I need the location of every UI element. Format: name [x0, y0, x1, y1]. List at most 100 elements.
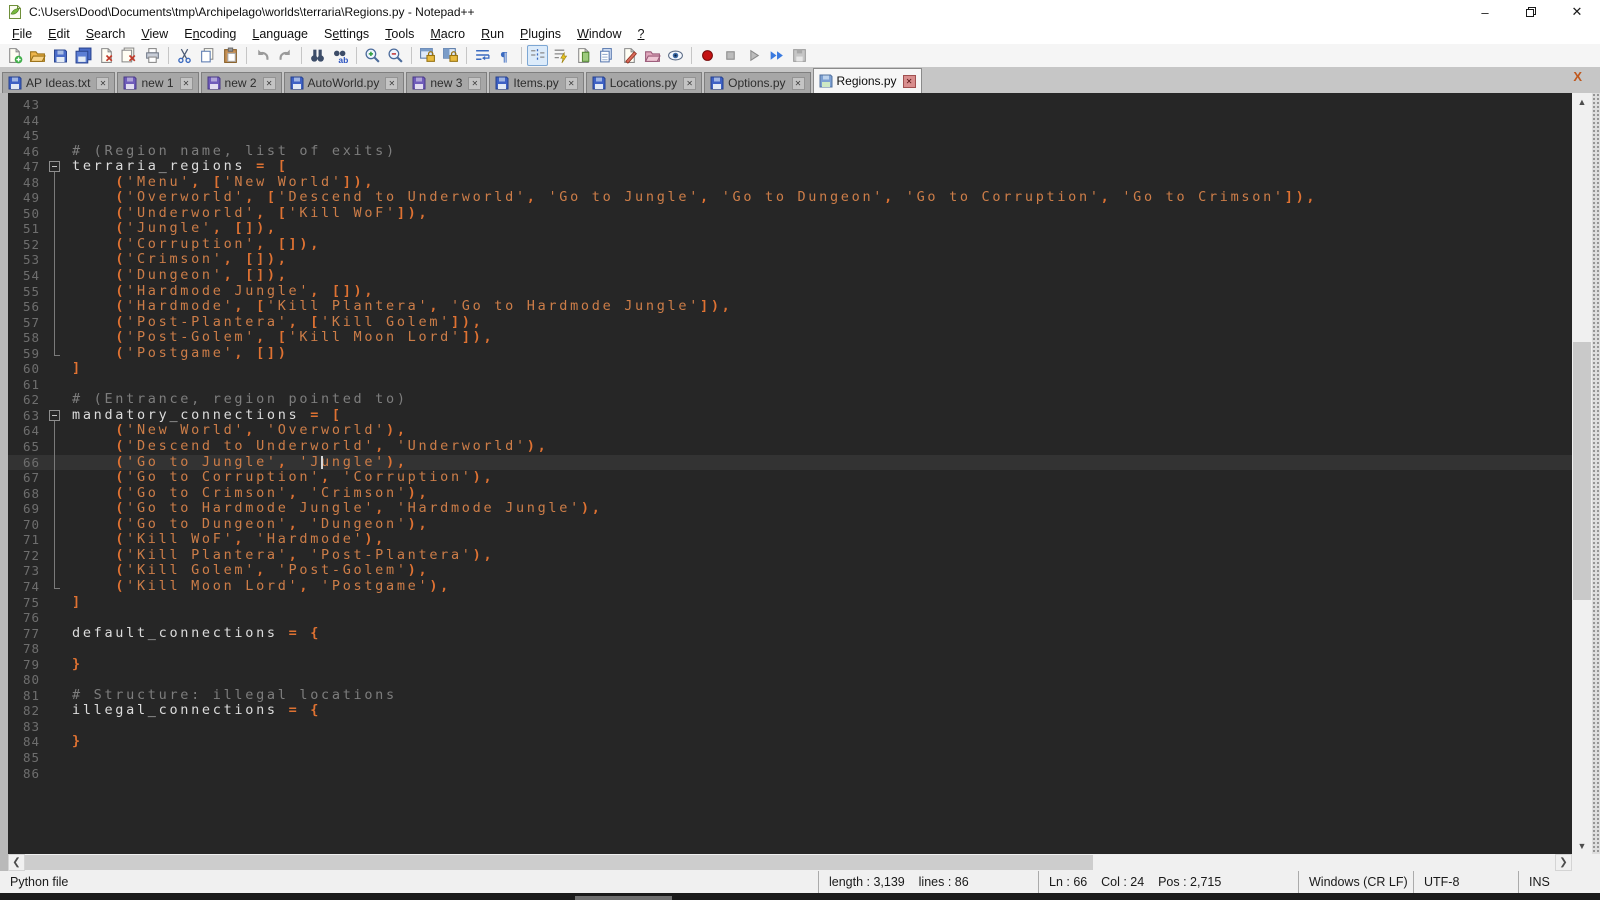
line-number[interactable]: 62	[8, 392, 46, 408]
replace-icon[interactable]: ab	[330, 45, 351, 66]
tab-ap-ideas-txt[interactable]: AP Ideas.txt✕	[2, 72, 115, 93]
file-monitoring-icon[interactable]	[665, 45, 686, 66]
code-text[interactable]: ('Go to Dungeon', 'Dungeon'),	[64, 517, 1572, 533]
code-text[interactable]	[64, 641, 1572, 657]
macro-stop-icon[interactable]	[720, 45, 741, 66]
code-text[interactable]: ('Go to Corruption', 'Corruption'),	[64, 470, 1572, 486]
code-text[interactable]: default_connections = {	[64, 626, 1572, 642]
horizontal-scrollbar-thumb[interactable]	[25, 855, 1093, 870]
line-number[interactable]: 77	[8, 626, 46, 642]
code-text[interactable]: ]	[64, 361, 1572, 377]
tab-close-icon[interactable]: ✕	[903, 75, 916, 88]
horizontal-scrollbar[interactable]: ❮ ❯	[8, 854, 1572, 871]
line-number[interactable]: 45	[8, 128, 46, 144]
menu-window[interactable]: Window	[569, 25, 629, 43]
line-number[interactable]: 63	[8, 408, 46, 424]
line-number[interactable]: 54	[8, 268, 46, 284]
tab-autoworld-py[interactable]: AutoWorld.py✕	[284, 72, 405, 93]
code-text[interactable]	[64, 128, 1572, 144]
line-number[interactable]: 85	[8, 750, 46, 766]
fold-collapse-icon[interactable]	[46, 408, 64, 424]
line-number[interactable]: 43	[8, 97, 46, 113]
code-text[interactable]	[64, 672, 1572, 688]
code-text[interactable]: ]	[64, 595, 1572, 611]
line-number[interactable]: 46	[8, 144, 46, 160]
save-all-icon[interactable]	[73, 45, 94, 66]
line-number[interactable]: 68	[8, 486, 46, 502]
menu-help[interactable]: ?	[630, 25, 653, 43]
code-text[interactable]: # Structure: illegal locations	[64, 688, 1572, 704]
tab-close-icon[interactable]: ✕	[180, 77, 193, 90]
zoom-in-icon[interactable]	[362, 45, 383, 66]
line-number[interactable]: 74	[8, 579, 46, 595]
line-number[interactable]: 69	[8, 501, 46, 517]
line-number[interactable]: 44	[8, 113, 46, 129]
code-text[interactable]: ('Post-Golem', ['Kill Moon Lord']),	[64, 330, 1572, 346]
macro-play-icon[interactable]	[743, 45, 764, 66]
minimize-icon[interactable]: –	[1462, 0, 1508, 24]
tab-new-3[interactable]: new 3✕	[406, 72, 487, 93]
code-text[interactable]	[64, 377, 1572, 393]
line-number[interactable]: 52	[8, 237, 46, 253]
code-text[interactable]: ('Descend to Underworld', 'Underworld'),	[64, 439, 1572, 455]
line-number[interactable]: 70	[8, 517, 46, 533]
code-text[interactable]: ('Kill WoF', 'Hardmode'),	[64, 532, 1572, 548]
paste-icon[interactable]	[220, 45, 241, 66]
menu-search[interactable]: Search	[78, 25, 134, 43]
code-text[interactable]	[64, 97, 1572, 113]
menu-language[interactable]: Language	[244, 25, 316, 43]
tab-close-icon[interactable]: ✕	[96, 77, 109, 90]
code-text[interactable]: ('Kill Plantera', 'Post-Plantera'),	[64, 548, 1572, 564]
redo-icon[interactable]	[275, 45, 296, 66]
tab-new-2[interactable]: new 2✕	[201, 72, 282, 93]
line-number[interactable]: 60	[8, 361, 46, 377]
code-text[interactable]: }	[64, 734, 1572, 750]
line-number[interactable]: 76	[8, 610, 46, 626]
scroll-left-icon[interactable]: ❮	[8, 854, 25, 871]
tab-close-icon[interactable]: ✕	[263, 77, 276, 90]
tab-close-icon[interactable]: ✕	[385, 77, 398, 90]
line-number[interactable]: 86	[8, 766, 46, 782]
line-number[interactable]: 55	[8, 284, 46, 300]
line-number[interactable]: 83	[8, 719, 46, 735]
menu-edit[interactable]: Edit	[40, 25, 78, 43]
scroll-down-icon[interactable]: ▼	[1572, 837, 1592, 854]
word-wrap-icon[interactable]	[472, 45, 493, 66]
sync-vertical-icon[interactable]	[417, 45, 438, 66]
code-text[interactable]: illegal_connections = {	[64, 703, 1572, 719]
code-text[interactable]: ('Crimson', []),	[64, 252, 1572, 268]
line-number[interactable]: 53	[8, 252, 46, 268]
menu-run[interactable]: Run	[473, 25, 512, 43]
line-number[interactable]: 66	[8, 455, 46, 471]
code-text[interactable]: mandatory_connections = [	[64, 408, 1572, 424]
code-text[interactable]: ('Kill Moon Lord', 'Postgame'),	[64, 579, 1572, 595]
line-number[interactable]: 82	[8, 703, 46, 719]
line-number[interactable]: 56	[8, 299, 46, 315]
macro-save-icon[interactable]	[789, 45, 810, 66]
tab-close-icon[interactable]: ✕	[792, 77, 805, 90]
macro-run-multiple-icon[interactable]	[766, 45, 787, 66]
menu-file[interactable]: File	[4, 25, 40, 43]
code-text[interactable]: ('Go to Jungle', 'Jungle'),	[64, 455, 1572, 471]
title-bar[interactable]: C:\Users\Dood\Documents\tmp\Archipelago\…	[0, 0, 1600, 24]
code-text[interactable]: ('Hardmode Jungle', []),	[64, 284, 1572, 300]
line-number[interactable]: 79	[8, 657, 46, 673]
code-text[interactable]	[64, 719, 1572, 735]
line-number[interactable]: 58	[8, 330, 46, 346]
close-icon[interactable]: ✕	[1554, 0, 1600, 24]
menu-view[interactable]: View	[133, 25, 176, 43]
document-map-icon[interactable]	[573, 45, 594, 66]
new-file-icon[interactable]	[4, 45, 25, 66]
menu-tools[interactable]: Tools	[377, 25, 422, 43]
code-text[interactable]: terraria_regions = [	[64, 159, 1572, 175]
menu-macro[interactable]: Macro	[422, 25, 473, 43]
code-text[interactable]: ('Overworld', ['Descend to Underworld', …	[64, 190, 1572, 206]
line-number[interactable]: 71	[8, 532, 46, 548]
fold-collapse-icon[interactable]	[46, 159, 64, 175]
line-number[interactable]: 80	[8, 672, 46, 688]
copy-icon[interactable]	[197, 45, 218, 66]
vertical-scrollbar-thumb[interactable]	[1573, 342, 1591, 600]
tab-items-py[interactable]: Items.py✕	[489, 72, 583, 93]
menu-encoding[interactable]: Encoding	[176, 25, 244, 43]
code-editor[interactable]: 43444546# (Region name, list of exits)47…	[8, 93, 1572, 854]
